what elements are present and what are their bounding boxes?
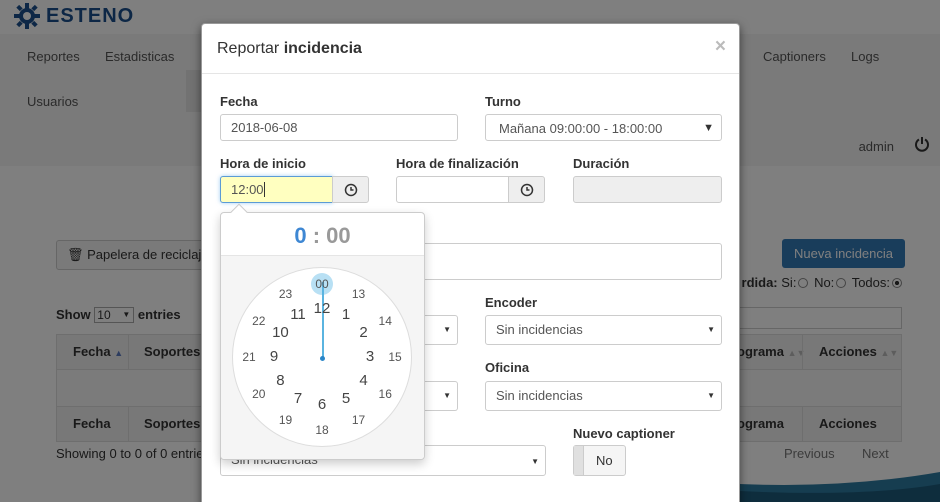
left-select-1[interactable]: ▼	[420, 315, 458, 345]
clock-hour-17[interactable]: 17	[349, 412, 369, 428]
toggle-value: No	[596, 453, 613, 468]
clock-picker-popover: 0 : 00 12 1 2 3 4 5 6 7 8 9 10 11 00 13 14 15 16 17 18 19 20…	[220, 203, 425, 460]
clock-hour-14[interactable]: 14	[375, 313, 395, 329]
clock-picker-body: 12 1 2 3 4 5 6 7 8 9 10 11 00 13 14 15 16 17 18 19 20 21 22 23	[221, 256, 424, 459]
close-icon[interactable]: ×	[715, 36, 726, 58]
fecha-input[interactable]: 2018-06-08	[220, 114, 458, 141]
modal-title-prefix: Reportar	[217, 40, 280, 57]
caret-down-icon: ▼	[703, 122, 714, 134]
duracion-label: Duración	[573, 156, 630, 171]
clock-hour-6[interactable]: 6	[312, 397, 332, 413]
clock-hour-4[interactable]: 4	[354, 373, 374, 389]
modal-title-bold: incidencia	[283, 40, 362, 57]
hora-inicio-clock-button[interactable]	[332, 176, 369, 203]
turno-label: Turno	[485, 94, 521, 109]
clock-icon	[344, 183, 357, 196]
encoder-label: Encoder	[485, 295, 538, 310]
clock-minute[interactable]: 00	[326, 223, 350, 248]
clock-dial[interactable]: 12 1 2 3 4 5 6 7 8 9 10 11 00 13 14 15 16 17 18 19 20 21 22 23	[232, 267, 412, 447]
clock-hour-12[interactable]: 12	[312, 301, 332, 317]
clock-hour-18[interactable]: 18	[312, 422, 332, 438]
caret-down-icon: ▼	[707, 325, 715, 334]
caret-down-icon: ▼	[443, 391, 451, 400]
clock-hour-1[interactable]: 1	[336, 307, 356, 323]
caret-down-icon: ▼	[531, 457, 539, 466]
clock-hour-22[interactable]: 22	[249, 313, 269, 329]
hora-inicio-input[interactable]: 12:00	[220, 176, 333, 203]
clock-center	[320, 356, 325, 361]
clock-hour-9[interactable]: 9	[264, 349, 284, 365]
turno-select[interactable]: Mañana 09:00:00 - 18:00:00 ▼	[485, 114, 722, 141]
encoder-select[interactable]: Sin incidencias ▼	[485, 315, 722, 345]
hora-fin-label: Hora de finalización	[396, 156, 519, 171]
hora-inicio-label: Hora de inicio	[220, 156, 306, 171]
turno-value: Mañana 09:00:00 - 18:00:00	[499, 121, 663, 136]
hora-inicio-value: 12:00	[231, 182, 264, 197]
clock-hour-8[interactable]: 8	[270, 373, 290, 389]
oficina-label: Oficina	[485, 360, 530, 375]
duracion-input	[573, 176, 722, 203]
clock-hour-19[interactable]: 19	[276, 412, 296, 428]
clock-hour-20[interactable]: 20	[249, 386, 269, 402]
clock-hour-21[interactable]: 21	[239, 349, 259, 365]
clock-hour-10[interactable]: 10	[270, 325, 290, 341]
clock-hour-7[interactable]: 7	[288, 390, 308, 407]
nuevo-captioner-label: Nuevo captioner	[573, 426, 675, 441]
clock-picker-header: 0 : 00	[221, 213, 424, 256]
toggle-knob	[574, 446, 584, 475]
clock-hour-00[interactable]: 00	[312, 276, 332, 292]
clock-icon	[520, 183, 533, 196]
clock-hour-3[interactable]: 3	[360, 349, 380, 365]
encoder-value: Sin incidencias	[496, 322, 583, 337]
fecha-label: Fecha	[220, 94, 258, 109]
clock-hour-11[interactable]: 11	[288, 307, 308, 323]
clock-hour-23[interactable]: 23	[276, 286, 296, 302]
hora-fin-input[interactable]	[396, 176, 509, 203]
clock-hand	[322, 282, 324, 358]
caret-down-icon: ▼	[443, 325, 451, 334]
clock-separator: :	[312, 223, 321, 248]
nuevo-captioner-toggle[interactable]: No	[573, 445, 626, 476]
hora-fin-clock-button[interactable]	[508, 176, 545, 203]
left-select-2[interactable]: ▼	[420, 381, 458, 411]
oficina-select[interactable]: Sin incidencias ▼	[485, 381, 722, 411]
clock-hour-13[interactable]: 13	[349, 286, 369, 302]
clock-hour-15[interactable]: 15	[385, 349, 405, 365]
clock-hour[interactable]: 0	[294, 223, 306, 248]
clock-hour-2[interactable]: 2	[354, 325, 374, 341]
description-input[interactable]	[420, 243, 722, 280]
clock-hour-16[interactable]: 16	[375, 386, 395, 402]
oficina-value: Sin incidencias	[496, 388, 583, 403]
clock-hour-5[interactable]: 5	[336, 390, 356, 407]
modal-header: Reportar incidencia ×	[202, 24, 739, 74]
caret-down-icon: ▼	[707, 391, 715, 400]
modal-title: Reportar incidencia	[217, 40, 362, 58]
